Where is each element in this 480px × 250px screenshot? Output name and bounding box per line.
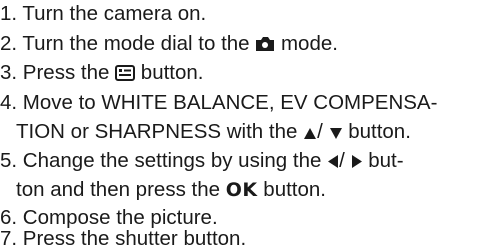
step-5-text-end: button. bbox=[263, 178, 326, 201]
step-4-text-end: button. bbox=[348, 120, 411, 143]
right-arrow-icon bbox=[351, 151, 363, 175]
step-4-line-2: TION or SHARPNESS with the / button. bbox=[16, 120, 411, 146]
step-3-text-start: 3. Press the bbox=[0, 61, 110, 84]
camera-mode-icon bbox=[255, 34, 275, 58]
step-3: 3. Press the button. bbox=[0, 61, 204, 87]
up-arrow-icon bbox=[303, 122, 317, 146]
step-2-text-start: 2. Turn the mode dial to the bbox=[0, 32, 250, 55]
down-arrow-icon bbox=[329, 122, 343, 146]
ok-button-label: OK bbox=[225, 179, 258, 201]
step-5-hyphen-text: but- bbox=[368, 149, 404, 172]
step-2: 2. Turn the mode dial to the mode. bbox=[0, 32, 338, 58]
step-5-line-1: 5. Change the settings by using the / bu… bbox=[0, 149, 404, 175]
step-3-text-end: button. bbox=[140, 61, 204, 84]
step-2-text-end: mode. bbox=[280, 32, 338, 55]
step-7: 7. Press the shutter button. bbox=[0, 228, 246, 250]
step-7-text: 7. Press the shutter button. bbox=[0, 227, 247, 250]
step-4-text-middle: TION or SHARPNESS with the bbox=[16, 120, 298, 143]
slash-text: / bbox=[317, 120, 323, 143]
step-1-text: 1. Turn the camera on. bbox=[0, 2, 207, 25]
step-4-line-1: 4. Move to WHITE BALANCE, EV COMPENSA- bbox=[0, 91, 437, 115]
step-5-line-2: ton and then press the OK button. bbox=[16, 178, 326, 202]
left-arrow-icon bbox=[327, 151, 339, 175]
slash-text: / bbox=[339, 149, 345, 172]
step-6-text: 6. Compose the picture. bbox=[0, 206, 218, 229]
menu-button-icon bbox=[115, 63, 136, 87]
step-6: 6. Compose the picture. bbox=[0, 207, 218, 229]
instructions-page: 1. Turn the camera on. 2. Turn the mode … bbox=[0, 0, 480, 250]
step-4-text-start: 4. Move to WHITE BALANCE, EV COMPENSA- bbox=[0, 91, 438, 114]
step-5-text-start: 5. Change the settings by using the bbox=[0, 149, 322, 172]
step-1: 1. Turn the camera on. bbox=[0, 2, 206, 26]
step-5-text-middle: ton and then press the bbox=[16, 178, 221, 201]
